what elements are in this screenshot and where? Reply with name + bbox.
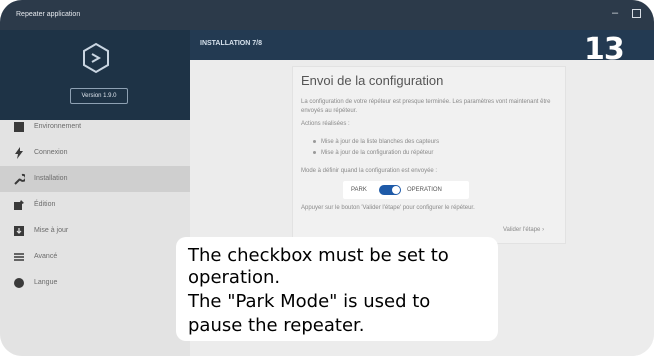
- edit-icon: [13, 199, 25, 211]
- sidebar-item-label: Connexion: [34, 149, 68, 156]
- sidebar: Version 1.9.0 Environnement Connexion In…: [0, 30, 190, 356]
- card-description: La configuration de votre répéteur est p…: [301, 99, 551, 114]
- bolt-icon: [13, 147, 25, 159]
- sidebar-item-connexion[interactable]: Connexion: [0, 140, 190, 166]
- card-title: Envoi de la configuration: [301, 73, 444, 88]
- sidebar-item-label: Installation: [34, 175, 68, 182]
- list-item: Mise à jour de la configuration du répét…: [313, 150, 433, 156]
- window-title: Repeater application: [16, 11, 81, 18]
- press-note: Appuyer sur le bouton 'Valider l'étape' …: [301, 205, 475, 211]
- sidebar-item-label: Édition: [34, 201, 56, 208]
- validate-label: Valider l'étape: [503, 227, 541, 233]
- sidebar-item-langue[interactable]: Langue: [0, 270, 190, 296]
- bullet-icon: [313, 150, 316, 154]
- title-bar: Repeater application –: [0, 0, 654, 30]
- step-number-badge: 13: [584, 32, 625, 67]
- validate-step-button[interactable]: Valider l'étape ›: [503, 227, 544, 233]
- switch-knob: [392, 186, 400, 194]
- bullet-icon: [313, 139, 316, 143]
- step-title: INSTALLATION 7/8: [200, 40, 262, 47]
- version-label: Version 1.9.0: [70, 88, 128, 104]
- sidebar-item-mise-a-jour[interactable]: Mise à jour: [0, 218, 190, 244]
- instruction-callout: The checkbox must be set to operation. T…: [176, 237, 498, 341]
- download-icon: [13, 225, 25, 237]
- callout-line: operation.: [188, 267, 281, 288]
- callout-line: The "Park Mode" is used to: [188, 291, 431, 312]
- sidebar-item-label: Mise à jour: [34, 227, 69, 234]
- minimize-icon[interactable]: –: [612, 7, 618, 19]
- configuration-card: Envoi de la configuration La configurati…: [292, 66, 566, 244]
- sliders-icon: [13, 251, 25, 263]
- globe-icon: [13, 277, 25, 289]
- callout-line: The checkbox must be set to: [188, 245, 449, 266]
- wrench-icon: [13, 173, 27, 185]
- mode-switch[interactable]: [379, 185, 401, 195]
- grid-icon: [13, 121, 25, 133]
- callout-line: pause the repeater.: [188, 315, 365, 336]
- sidebar-item-label: Langue: [34, 279, 58, 286]
- sidebar-item-label: Environnement: [34, 123, 82, 130]
- sidebar-item-avance[interactable]: Avancé: [0, 244, 190, 270]
- operation-label: OPERATION: [407, 187, 442, 193]
- sidebar-item-installation[interactable]: Installation: [0, 166, 190, 192]
- sidebar-item-edition[interactable]: Édition: [0, 192, 190, 218]
- mode-toggle[interactable]: PARK OPERATION: [343, 181, 469, 199]
- app-frame: Repeater application – Version 1.9.0 Env…: [0, 0, 654, 356]
- actions-label: Actions réalisées :: [301, 121, 350, 127]
- sidebar-brand: Version 1.9.0: [0, 30, 190, 120]
- logo-icon: [83, 42, 109, 74]
- park-label: PARK: [351, 187, 367, 193]
- chevron-right-icon: ›: [542, 227, 545, 233]
- maximize-icon[interactable]: [632, 9, 641, 18]
- sidebar-item-label: Avancé: [34, 253, 58, 260]
- sidebar-item-environnement[interactable]: Environnement: [0, 114, 190, 140]
- list-item: Mise à jour de la liste blanches des cap…: [313, 139, 439, 145]
- mode-note: Mode à définir quand la configuration es…: [301, 168, 438, 174]
